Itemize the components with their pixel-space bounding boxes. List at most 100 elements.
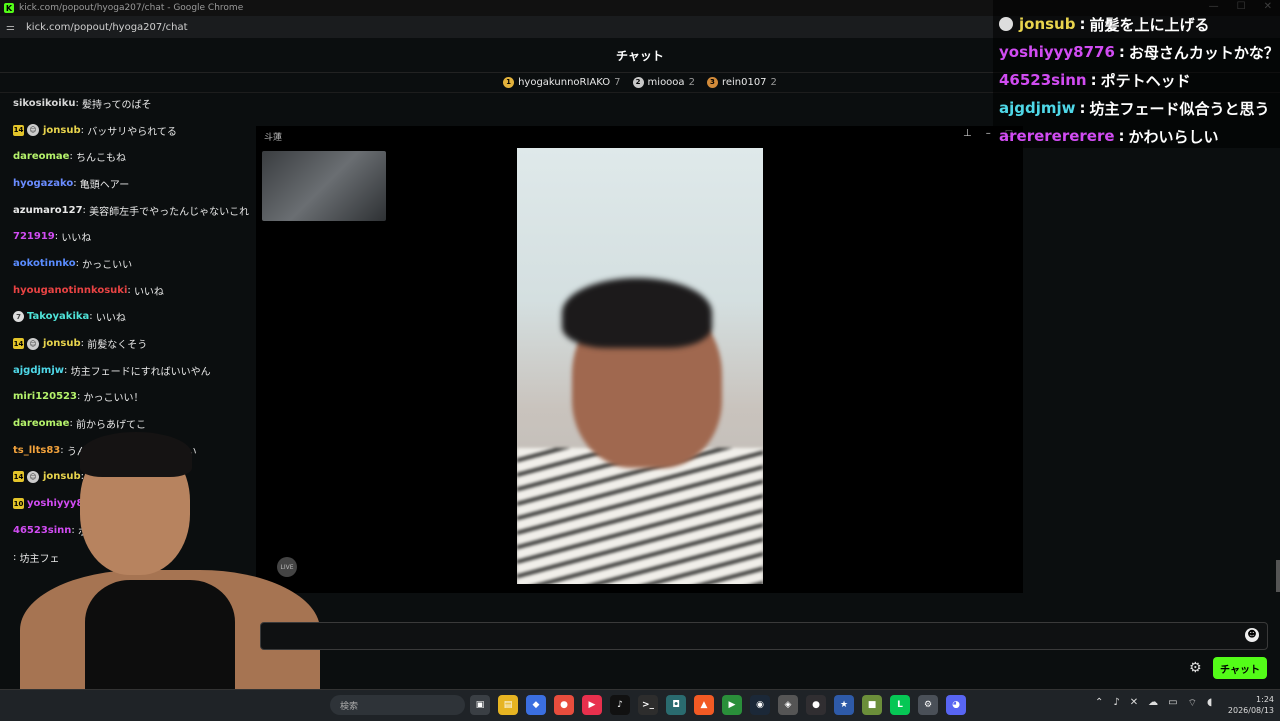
chat-username[interactable]: miri120523 <box>13 391 77 402</box>
chat-username[interactable]: Takoyakika <box>27 311 89 322</box>
user-avatar-icon: ☺ <box>27 124 39 137</box>
chat-message: miri120523: かっこいい！ <box>0 384 260 411</box>
file-explorer-icon[interactable]: ▤ <box>498 695 518 715</box>
app-red-icon[interactable]: ▶ <box>582 695 602 715</box>
chat-text: 美容師左手でやったんじゃないこれ <box>89 206 250 218</box>
taskbar-search-label[interactable]: 検索 <box>340 699 358 712</box>
chat-username[interactable]: dareomae <box>13 151 69 162</box>
chat-username[interactable]: hyogazako <box>13 178 73 189</box>
chat-message: 14 ☺ jonsub: バッサリやられてる <box>0 117 260 144</box>
video-minimize-icon[interactable]: – <box>986 128 991 139</box>
tiktok-icon[interactable]: ♪ <box>610 695 630 715</box>
subscriber-badge-icon: 7 <box>13 311 24 323</box>
clock-date: 2026/08/13 <box>1227 706 1274 715</box>
chat-title: チャット <box>616 48 664 63</box>
app-blue-icon[interactable]: ◆ <box>526 695 546 715</box>
chat-text: バッサリやられてる <box>87 126 177 138</box>
line-icon[interactable]: L <box>890 695 910 715</box>
site-settings-icon[interactable]: ⚌ <box>6 22 18 33</box>
leaderboard-count: 2 <box>770 76 777 88</box>
chat-message: sikosikoiku: 髪持ってのばそ <box>0 90 260 117</box>
brave-icon[interactable]: ▲ <box>694 695 714 715</box>
chat-text: いいね <box>95 313 126 325</box>
chat-text: 坊主フェードにすればいいやん <box>70 366 211 378</box>
overlay-colon: : <box>1079 99 1086 117</box>
rank-medal-icon: 1 <box>503 76 515 88</box>
emoji-icon[interactable]: ☻ <box>1245 628 1259 642</box>
app-green-icon[interactable]: ▶ <box>722 695 742 715</box>
microphone-icon[interactable]: ♪ <box>1113 697 1119 710</box>
display-icon[interactable]: ▭ <box>1168 697 1177 710</box>
clock-time: 1:24 <box>1256 695 1274 704</box>
overlay-text: かわいらしい <box>1128 127 1219 146</box>
overlay-text: ポテトヘッド <box>1100 71 1191 90</box>
tray-close-icon[interactable]: ✕ <box>1130 697 1138 710</box>
page-scrollbar[interactable] <box>1276 560 1280 592</box>
chat-username[interactable]: hyouganotinnkosuki <box>13 285 127 296</box>
chat-input[interactable]: ☻ <box>260 622 1268 650</box>
network-icon[interactable]: ⌔ <box>1188 697 1197 710</box>
stream-chat-overlay: jonsub: 前髪を上に上げる yoshiyyy8776: お母さんカットかな？ 46… <box>993 0 1280 148</box>
self-view-thumbnail[interactable] <box>262 151 386 221</box>
tray-overflow-icon[interactable]: ⌃ <box>1095 697 1103 710</box>
chat-text: 亀頭ヘアー <box>79 179 130 191</box>
chat-username[interactable]: jonsub <box>43 125 81 136</box>
chat-username[interactable]: dareomae <box>13 418 69 429</box>
windows-taskbar: 検索 ▣ ▤ ◆ ● ▶ ♪ >_ ◘ ▲ ▶ ◉ ◈ ● ★ ■ L ⚙ ◕ ⌃ ♪ ✕ ☁ ▭ ⌔ ◖ 1:2… <box>0 689 1280 721</box>
chat-message: aokotinnko: かっこいい <box>0 250 260 277</box>
url-text[interactable]: kick.com/popout/hyoga207/chat <box>26 22 188 33</box>
rank-medal-icon: 3 <box>706 76 718 88</box>
taskbar-clock[interactable]: 1:24 2026/08/13 <box>1224 694 1274 716</box>
settings-icon[interactable]: ⚙ <box>918 695 938 715</box>
chat-message: hyogazako: 亀頭ヘアー <box>0 170 260 197</box>
chat-username[interactable]: 721919 <box>13 231 55 242</box>
app-star-icon[interactable]: ★ <box>834 695 854 715</box>
leaderboard-user[interactable]: rein0107 <box>722 77 767 88</box>
app-gray-icon[interactable]: ◈ <box>778 695 798 715</box>
overlay-text: 坊主フェード似合うと思う <box>1089 99 1270 118</box>
chat-username[interactable]: azumaro127 <box>13 205 83 216</box>
chat-message: 721919: いいね <box>0 223 260 250</box>
kick-logo-icon: K <box>4 3 14 13</box>
leaderboard-entry[interactable]: 1 hyogakunnoRIAKO 7 <box>503 76 621 88</box>
leaderboard-count: 7 <box>614 76 621 88</box>
obs-icon[interactable]: ● <box>806 695 826 715</box>
chat-username[interactable]: ajgdjmjw <box>13 365 64 376</box>
overlay-message: yoshiyyy8776: お母さんカットかな？ <box>993 38 1280 66</box>
leaderboard-entry[interactable]: 2 mioooa 2 <box>632 76 695 88</box>
overlay-text: 前髪を上に上げる <box>1089 15 1210 34</box>
chat-settings-gear-icon[interactable]: ⚙ <box>1189 660 1202 676</box>
leaderboard-entry[interactable]: 3 rein0107 2 <box>706 76 777 88</box>
overlay-colon: : <box>1118 127 1125 145</box>
chrome-icon[interactable]: ● <box>554 695 574 715</box>
minecraft-icon[interactable]: ■ <box>862 695 882 715</box>
subscriber-badge-icon: 14 <box>13 124 24 136</box>
leaderboard-user[interactable]: mioooa <box>648 77 685 88</box>
leaderboard-user[interactable]: hyogakunnoRIAKO <box>518 77 610 88</box>
discord-icon[interactable]: ◕ <box>946 695 966 715</box>
pin-icon[interactable]: ⊥ <box>963 128 972 139</box>
rank-medal-icon: 2 <box>632 76 644 88</box>
terminal-icon[interactable]: >_ <box>638 695 658 715</box>
chat-text: 髪持ってのばそ <box>82 99 152 111</box>
overlay-username: ajgdjmjw <box>999 99 1076 117</box>
user-avatar-icon: ☺ <box>27 337 39 350</box>
chat-text: かっこいい！ <box>83 393 144 405</box>
taskbar-search[interactable]: 検索 <box>330 695 465 715</box>
task-view-icon[interactable]: ▣ <box>470 695 490 715</box>
send-chat-button[interactable]: チャット <box>1213 657 1267 679</box>
subscriber-badge-icon: 14 <box>13 338 24 350</box>
chat-username[interactable]: sikosikoiku <box>13 98 75 109</box>
overlay-colon: : <box>1090 71 1097 89</box>
chat-message: azumaro127: 美容師左手でやったんじゃないこれ <box>0 197 260 224</box>
volume-icon[interactable]: ◖ <box>1207 697 1212 710</box>
chat-username[interactable]: aokotinnko <box>13 258 76 269</box>
chat-text: かっこいい <box>82 259 133 271</box>
video-call-window[interactable]: 斗蓮 ⊥ – ◻ LIVE <box>256 126 1023 593</box>
onedrive-icon[interactable]: ☁ <box>1148 697 1158 710</box>
app-teal-icon[interactable]: ◘ <box>666 695 686 715</box>
steam-icon[interactable]: ◉ <box>750 695 770 715</box>
overlay-message: arererererere: かわいらしい <box>993 122 1280 150</box>
chat-username[interactable]: jonsub <box>43 338 81 349</box>
chat-message: dareomae: ちんこもね <box>0 143 260 170</box>
